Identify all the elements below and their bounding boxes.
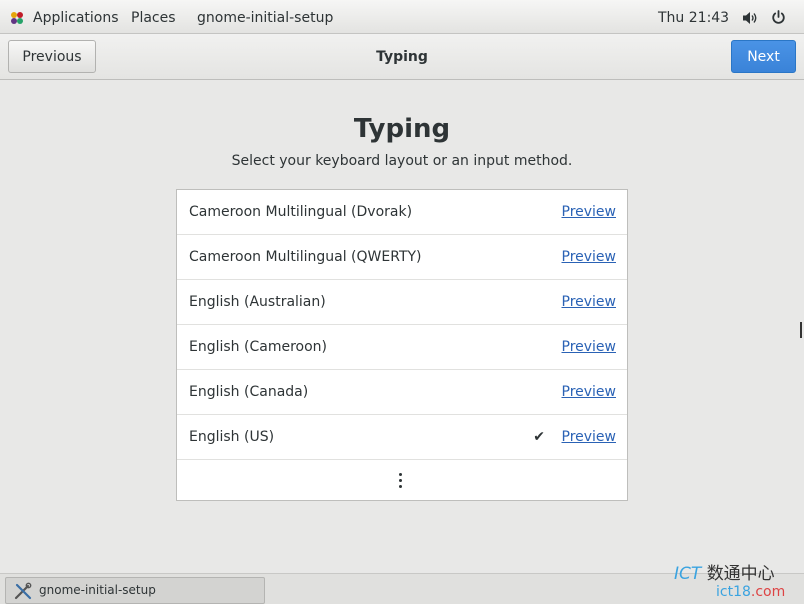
layout-name: Cameroon Multilingual (QWERTY)	[189, 249, 422, 265]
preview-link[interactable]: Preview	[562, 383, 617, 401]
volume-icon[interactable]	[742, 11, 759, 25]
top-panel: Applications Places gnome-initial-setup …	[0, 0, 804, 34]
page-subtitle: Select your keyboard layout or an input …	[231, 153, 573, 169]
checkmark-icon: ✔	[533, 429, 545, 445]
list-item-selected[interactable]: English (US) ✔ Preview	[177, 415, 627, 460]
watermark: ICT 数通中心 ict18.com	[674, 563, 802, 603]
more-layouts-row[interactable]	[177, 460, 627, 500]
list-item[interactable]: Cameroon Multilingual (QWERTY) Preview	[177, 235, 627, 280]
places-menu[interactable]: Places	[131, 9, 176, 27]
layout-name: English (Australian)	[189, 294, 326, 310]
watermark-brand: ICT	[674, 564, 702, 584]
preview-link[interactable]: Preview	[562, 428, 617, 446]
power-icon[interactable]	[771, 10, 786, 25]
input-source-list: Cameroon Multilingual (Dvorak) Preview C…	[176, 189, 628, 501]
header-bar: Previous Typing Next	[0, 34, 804, 80]
preview-link[interactable]: Preview	[562, 248, 617, 266]
page-title: Typing	[353, 114, 451, 144]
next-button[interactable]: Next	[731, 40, 796, 73]
list-item[interactable]: English (Canada) Preview	[177, 370, 627, 415]
watermark-brand-cn: 数通中心	[706, 564, 775, 584]
preview-link[interactable]: Preview	[562, 203, 617, 221]
list-item[interactable]: English (Cameroon) Preview	[177, 325, 627, 370]
taskbar-window-label: gnome-initial-setup	[39, 583, 156, 597]
taskbar-window-button[interactable]: gnome-initial-setup	[5, 577, 265, 604]
layout-name: English (Canada)	[189, 384, 309, 400]
preview-link[interactable]: Preview	[562, 293, 617, 311]
list-item[interactable]: English (Australian) Preview	[177, 280, 627, 325]
app-menu[interactable]: gnome-initial-setup	[197, 9, 333, 27]
layout-name: English (US)	[189, 429, 275, 445]
more-vertical-icon	[399, 473, 403, 489]
layout-name: Cameroon Multilingual (Dvorak)	[189, 204, 413, 220]
watermark-domain: ict18	[716, 584, 751, 600]
list-item[interactable]: Cameroon Multilingual (Dvorak) Preview	[177, 190, 627, 235]
preview-link[interactable]: Preview	[562, 338, 617, 356]
mouse-cursor	[800, 322, 802, 338]
header-title: Typing	[376, 49, 428, 65]
clock[interactable]: Thu 21:43	[658, 9, 729, 27]
tools-icon	[14, 582, 32, 600]
watermark-domain-tld: .com	[750, 584, 786, 600]
applications-menu[interactable]: Applications	[33, 9, 119, 27]
layout-name: English (Cameroon)	[189, 339, 327, 355]
applications-icon[interactable]	[9, 10, 25, 26]
